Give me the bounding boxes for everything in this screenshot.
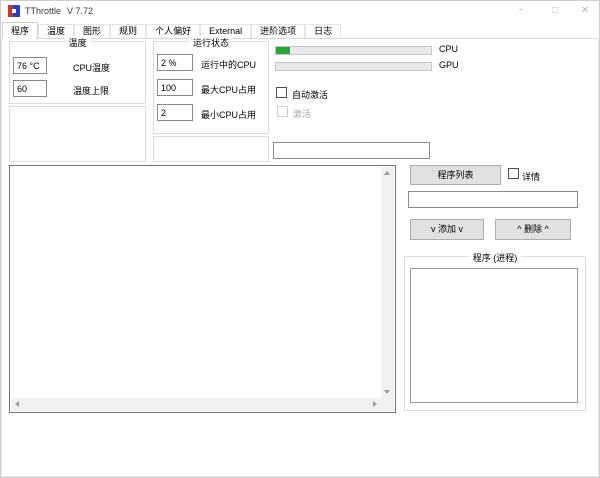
close-button[interactable]: ✕	[577, 3, 593, 19]
arrow-down-icon	[384, 390, 390, 394]
status-text-field[interactable]	[273, 142, 430, 159]
max-cpu-label: 最大CPU占用	[201, 85, 257, 95]
auto-activate-label: 自动激活	[292, 90, 329, 100]
gpu-usage-progressbar	[275, 62, 432, 71]
arrow-right-icon	[373, 401, 377, 407]
window-title: TThrottle	[25, 6, 62, 16]
cpu-temperature-label: CPU温度	[73, 63, 111, 73]
program-name-field[interactable]	[408, 191, 578, 208]
empty-panel-left	[9, 106, 146, 162]
min-cpu-field[interactable]	[157, 104, 193, 121]
details-label: 详情	[522, 172, 541, 182]
window-version: V 7.72	[67, 6, 94, 16]
tab-strip: 程序 温度 图形 规则 个人偏好 External 进阶选项 日志	[2, 22, 598, 39]
max-cpu-field[interactable]	[157, 79, 193, 96]
app-icon-dot	[12, 9, 16, 13]
process-group-title: 程序 (进程)	[468, 251, 522, 264]
tab-rules[interactable]: 规则	[110, 24, 147, 38]
app-window: TThrottle V 7.72 − □ ✕ 程序 温度 图形 规则 个人偏好 …	[0, 0, 600, 478]
running-status-group-title: 运行状态	[188, 36, 234, 49]
empty-panel-middle	[153, 136, 269, 162]
activate-label: 激活	[293, 109, 312, 119]
cpu-temperature-field[interactable]	[13, 57, 47, 74]
title-bar: TThrottle V 7.72 − □ ✕	[1, 1, 599, 22]
maximize-button[interactable]: □	[547, 3, 563, 19]
scrollbar-corner	[381, 398, 394, 411]
tab-program[interactable]: 程序	[2, 22, 39, 39]
tab-advanced-options[interactable]: 进阶选项	[251, 24, 306, 38]
process-list-box[interactable]	[410, 268, 578, 403]
temperature-limit-field[interactable]	[13, 80, 47, 97]
scroll-down-button[interactable]	[381, 385, 394, 398]
running-cpu-label: 运行中的CPU	[201, 60, 257, 70]
remove-button[interactable]: ^ 删除 ^	[495, 219, 571, 240]
program-list-box[interactable]	[9, 165, 396, 413]
vertical-scrollbar[interactable]	[381, 167, 394, 398]
min-cpu-label: 最小CPU占用	[201, 110, 257, 120]
temperature-limit-label: 温度上限	[73, 86, 110, 96]
scroll-left-button[interactable]	[11, 398, 24, 411]
gpu-bar-label: GPU	[439, 60, 459, 70]
cpu-usage-progressbar	[275, 46, 432, 55]
cpu-bar-label: CPU	[439, 44, 459, 54]
details-checkbox[interactable]	[508, 168, 519, 179]
running-cpu-field[interactable]	[157, 54, 193, 71]
app-icon	[8, 5, 20, 17]
scroll-up-button[interactable]	[381, 167, 394, 180]
add-button[interactable]: v 添加 v	[410, 219, 484, 240]
arrow-up-icon	[384, 171, 390, 175]
cpu-usage-progress-fill	[276, 47, 290, 54]
program-list-button[interactable]: 程序列表	[410, 165, 501, 185]
temperature-group-title: 温度	[64, 36, 91, 49]
tab-log[interactable]: 日志	[305, 24, 342, 38]
minimize-button[interactable]: −	[513, 3, 529, 19]
horizontal-scrollbar[interactable]	[11, 398, 381, 411]
activate-checkbox	[277, 106, 288, 117]
auto-activate-checkbox[interactable]	[276, 87, 287, 98]
arrow-left-icon	[15, 401, 19, 407]
scroll-right-button[interactable]	[368, 398, 381, 411]
